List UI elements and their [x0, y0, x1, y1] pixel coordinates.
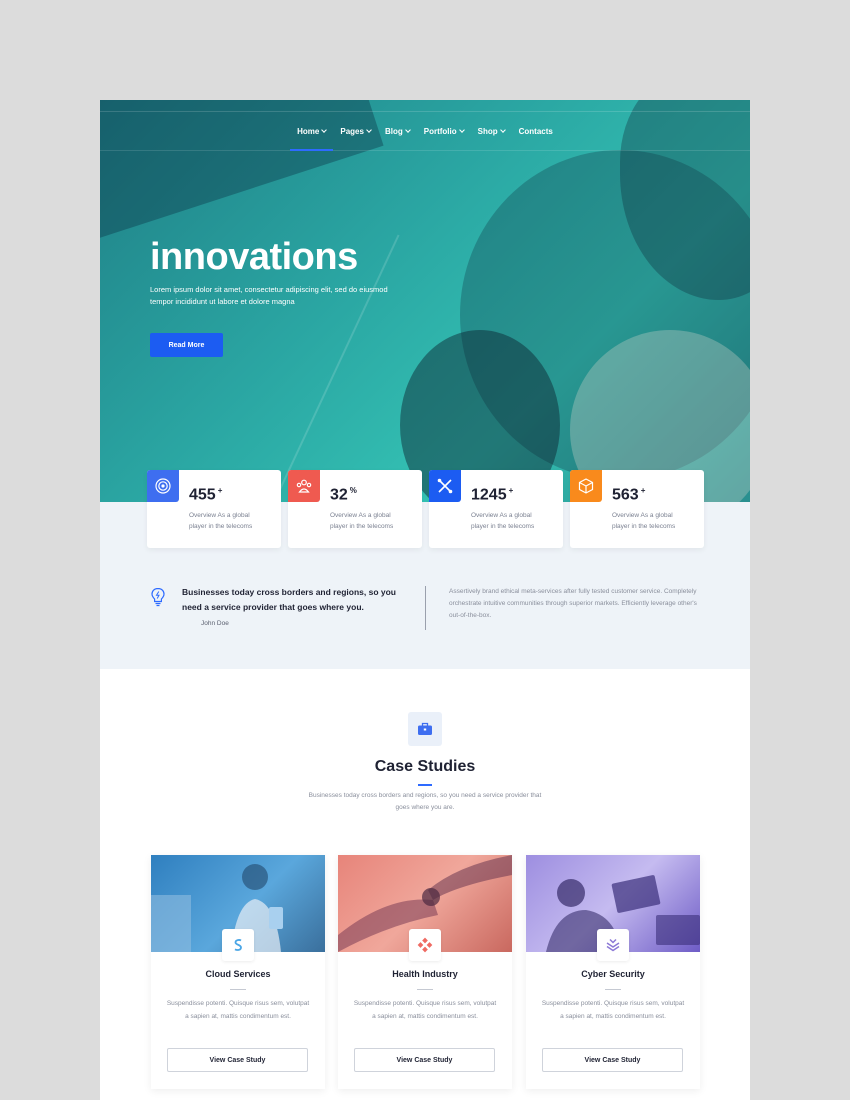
briefcase-icon [408, 712, 442, 746]
chevron-down-icon [458, 127, 465, 133]
divider [230, 989, 246, 990]
chevron-down-icon [366, 127, 372, 133]
read-more-button[interactable]: Read More [150, 333, 223, 357]
nav-item-pages[interactable]: Pages [340, 111, 372, 151]
divider [605, 989, 621, 990]
case-study-card: Cyber Security Suspendisse potenti. Quis… [526, 855, 700, 1089]
stat-description: Overview As a global player in the telec… [612, 512, 676, 530]
nav-item-label: Blog [384, 126, 403, 136]
nav-item-label: Contacts [518, 126, 553, 136]
layers-icon [597, 929, 629, 961]
case-study-card: Health Industry Suspendisse potenti. Qui… [338, 855, 512, 1089]
chevron-down-icon [404, 127, 411, 133]
view-case-study-button[interactable]: View Case Study [354, 1048, 495, 1072]
lightbulb-icon [150, 587, 166, 607]
chevron-down-icon [499, 127, 506, 133]
nav-item-home[interactable]: Home [290, 111, 334, 151]
page: Home Pages Blog Portfolio Shop Contacts [100, 100, 750, 1100]
stat-description: Overview As a global player in the telec… [189, 512, 253, 530]
divider [425, 586, 426, 630]
section-subtitle: Businesses today cross borders and regio… [308, 792, 542, 811]
case-study-text: Suspendisse potenti. Quisque risus sem, … [541, 1000, 685, 1020]
hero-title: innovations [150, 236, 358, 278]
stat-value: 563 + [612, 486, 646, 504]
view-case-study-button[interactable]: View Case Study [542, 1048, 683, 1072]
case-study-text: Suspendisse potenti. Quisque risus sem, … [166, 1000, 310, 1020]
stat-value: 1245 + [471, 486, 514, 504]
cloud-s-icon [222, 929, 254, 961]
nav-item-contacts[interactable]: Contacts [519, 111, 553, 151]
nav-item-portfolio[interactable]: Portfolio [423, 111, 465, 151]
target-icon [147, 470, 179, 502]
chevron-down-icon [321, 127, 328, 133]
stat-card: 32% Overview As a global player in the t… [288, 470, 422, 548]
stat-value: 455 + [189, 486, 223, 504]
main-nav: Home Pages Blog Portfolio Shop Contacts [100, 111, 750, 151]
hero-text: Lorem ipsum dolor sit amet, consectetur … [150, 285, 388, 306]
quote-author: John Doe [201, 620, 229, 627]
title-underline [418, 784, 432, 786]
divider [417, 989, 433, 990]
case-study-title: Health Industry [392, 969, 458, 979]
nav-item-blog[interactable]: Blog [384, 111, 411, 151]
view-case-study-button[interactable]: View Case Study [167, 1048, 308, 1072]
team-icon [288, 470, 320, 502]
stat-description: Overview As a global player in the telec… [471, 512, 535, 530]
hero-section: Home Pages Blog Portfolio Shop Contacts [100, 100, 750, 502]
cube-icon [570, 470, 602, 502]
quote-description: Assertively brand ethical meta-services … [449, 588, 697, 619]
nav-item-label: Shop [477, 126, 498, 136]
nav-item-shop[interactable]: Shop [477, 111, 506, 151]
nav-item-label: Home [297, 126, 320, 136]
stat-card: 1245 + Overview As a global player in the… [429, 470, 563, 548]
health-icon [409, 929, 441, 961]
stat-card: 455 + Overview As a global player in the … [147, 470, 281, 548]
quote-text: Businesses today cross borders and regio… [182, 587, 396, 612]
tools-icon [429, 470, 461, 502]
nav-item-label: Pages [340, 126, 364, 136]
section-title: Case Studies [374, 758, 476, 775]
stat-card: 563 + Overview As a global player in the … [570, 470, 704, 548]
case-study-title: Cloud Services [205, 969, 271, 979]
nav-item-label: Portfolio [423, 126, 457, 136]
case-study-title: Cyber Security [581, 969, 645, 979]
stat-description: Overview As a global player in the telec… [330, 512, 394, 530]
case-study-card: Cloud Services Suspendisse potenti. Quis… [151, 855, 325, 1089]
stat-value: 32% [330, 486, 357, 504]
case-study-text: Suspendisse potenti. Quisque risus sem, … [353, 1000, 497, 1020]
